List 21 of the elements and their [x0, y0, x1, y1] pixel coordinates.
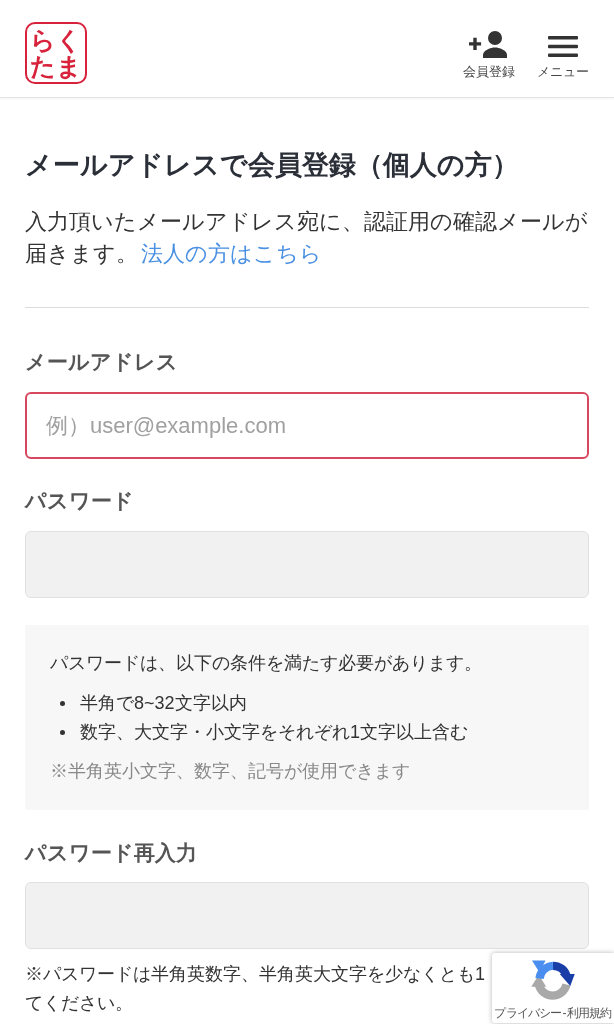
- field-label: メールアドレス: [25, 349, 179, 375]
- bullet-icon: [60, 701, 65, 706]
- page-title: メールアドレスで会員登録（個人の方）: [25, 149, 520, 182]
- rule-text: 数字、大文字・小文字をそれぞれ1文字以上含む: [80, 721, 468, 744]
- bullet-icon: [60, 730, 65, 735]
- menu-icon: [548, 36, 578, 57]
- rules-text: パスワードは、以下の条件を満たす必要があります。: [50, 652, 483, 675]
- field-label: パスワード再入力: [25, 840, 198, 866]
- field-label: パスワード: [25, 488, 135, 514]
- rule-text: 半角で8~32文字以内: [80, 692, 247, 715]
- terms-link[interactable]: 利用規約: [566, 1006, 612, 1020]
- password-note: ※パスワードは半角英数字、半角英大文字を少なくとも1 てください。: [25, 963, 485, 1015]
- intro-text: 入力頂いたメールアドレス宛に、認証用の確認メールが届きます。法人の方はこちら: [25, 208, 589, 268]
- privacy-link[interactable]: プライバシー: [494, 1006, 562, 1020]
- person-plus-icon: [469, 31, 509, 58]
- input-field[interactable]: 例）user@example.com: [25, 392, 589, 459]
- rules-note: ※半角英小文字、数字、記号が使用できます: [50, 760, 411, 783]
- menu-button[interactable]: メニュー: [537, 31, 589, 80]
- site-logo[interactable]: らくたま: [25, 22, 87, 84]
- register-button[interactable]: 会員登録: [463, 31, 515, 80]
- link-separator: -: [562, 1006, 566, 1020]
